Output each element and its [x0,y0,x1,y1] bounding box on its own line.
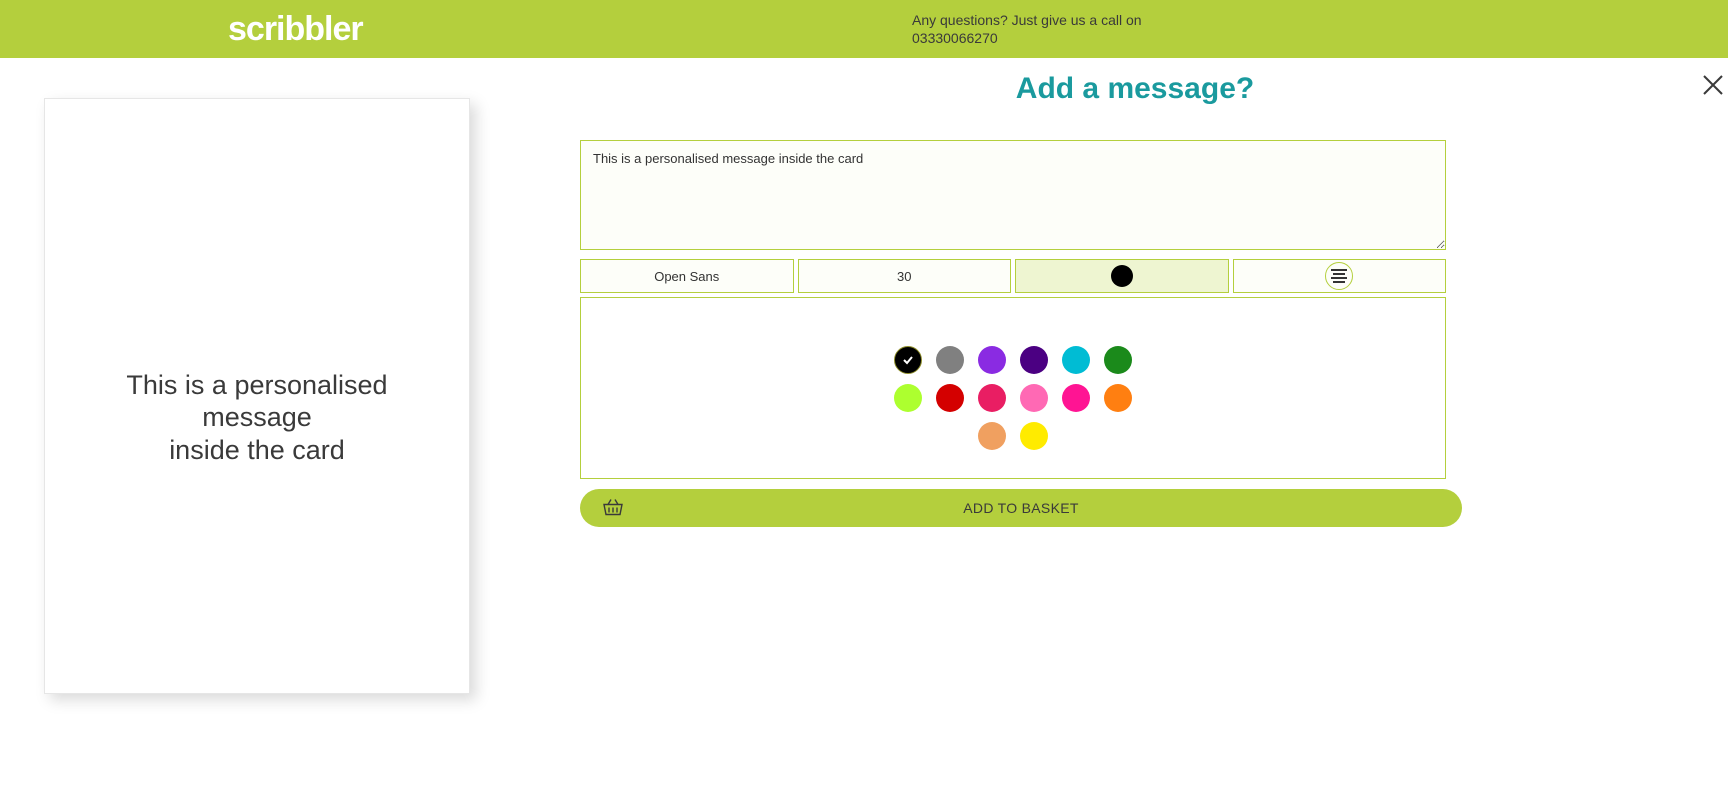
add-to-basket-button[interactable]: ADD TO BASKET [580,489,1462,527]
top-header: scribbler Any questions? Just give us a … [0,0,1728,58]
color-selector[interactable] [1015,259,1229,293]
close-icon[interactable] [1700,72,1726,103]
color-swatch[interactable] [1020,422,1048,450]
add-to-basket-label: ADD TO BASKET [963,500,1078,516]
font-selector[interactable]: Open Sans [580,259,794,293]
color-swatch[interactable] [1104,346,1132,374]
current-color-dot [1111,265,1133,287]
size-selector[interactable]: 30 [798,259,1012,293]
color-swatch[interactable] [894,346,922,374]
color-swatch[interactable] [978,384,1006,412]
color-swatch[interactable] [894,384,922,412]
header-question-text: Any questions? Just give us a call on [912,11,1142,29]
color-swatch[interactable] [978,346,1006,374]
align-center-icon [1325,262,1353,290]
color-swatch[interactable] [1104,384,1132,412]
message-textarea[interactable] [580,140,1446,250]
color-swatch[interactable] [978,422,1006,450]
color-swatch[interactable] [1020,384,1048,412]
align-selector[interactable] [1233,259,1447,293]
header-phone: 03330066270 [912,29,1142,47]
color-palette [580,297,1446,479]
header-contact: Any questions? Just give us a call on 03… [912,11,1142,47]
color-swatch[interactable] [1020,346,1048,374]
card-preview: This is a personalised messageinside the… [44,98,470,694]
color-swatch[interactable] [1062,384,1090,412]
format-toolbar: Open Sans 30 [580,259,1446,293]
color-swatch[interactable] [936,384,964,412]
card-preview-text: This is a personalised messageinside the… [75,369,439,466]
brand-logo: scribbler [228,10,363,49]
basket-icon [602,497,624,520]
color-swatch[interactable] [1062,346,1090,374]
editor-title: Add a message? [570,72,1700,106]
color-swatch[interactable] [936,346,964,374]
